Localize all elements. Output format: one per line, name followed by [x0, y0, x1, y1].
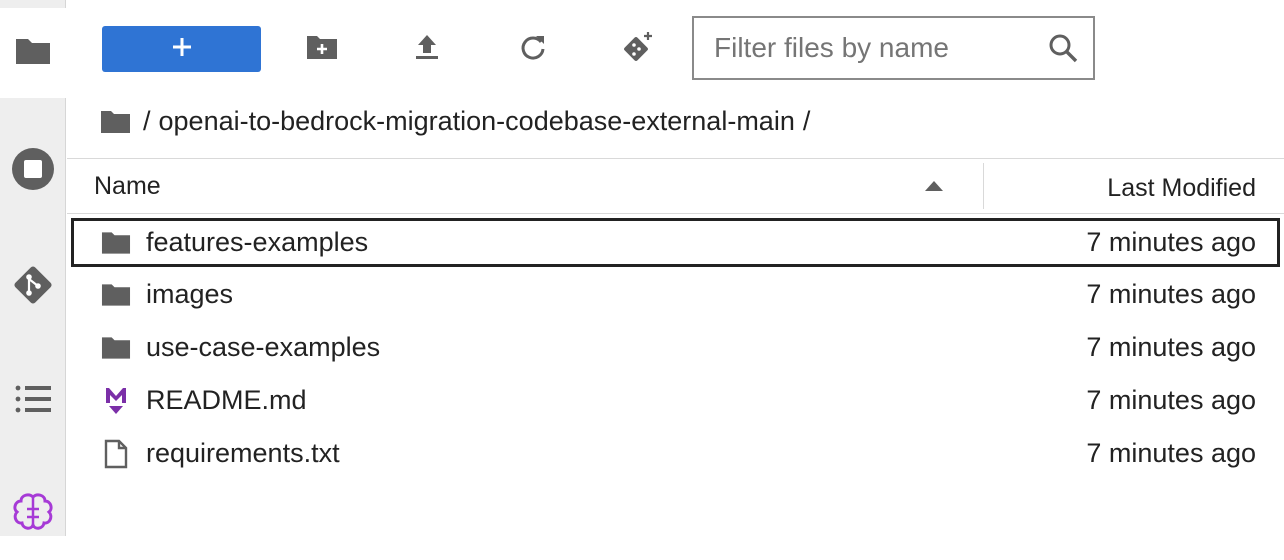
- breadcrumb: / openai-to-bedrock-migration-codebase-e…: [100, 100, 810, 142]
- git-clone-icon: [621, 30, 655, 69]
- file-icon: [101, 439, 131, 469]
- new-folder-button[interactable]: [300, 26, 344, 72]
- folder-icon: [14, 36, 52, 71]
- file-name: features-examples: [146, 227, 369, 257]
- list-item[interactable]: use-case-examples 7 minutes ago: [71, 321, 1280, 374]
- file-modified: 7 minutes ago: [1086, 385, 1256, 415]
- column-header-last-modified[interactable]: Last Modified: [1107, 174, 1256, 203]
- git-clone-button[interactable]: [616, 26, 660, 72]
- file-modified: 7 minutes ago: [1086, 332, 1256, 362]
- list-item[interactable]: images 7 minutes ago: [71, 268, 1280, 321]
- breadcrumb-separator: /: [802, 105, 811, 136]
- file-modified: 7 minutes ago: [1086, 438, 1256, 468]
- brain-icon: [9, 489, 57, 542]
- file-name: requirements.txt: [146, 438, 340, 468]
- filter-files-input[interactable]: [714, 32, 1044, 64]
- stop-circle-icon: [11, 147, 55, 196]
- refresh-icon: [519, 33, 547, 66]
- folder-icon: [101, 228, 131, 258]
- column-divider[interactable]: [983, 163, 984, 209]
- filter-files-box: [692, 16, 1095, 80]
- list-item[interactable]: README.md 7 minutes ago: [71, 374, 1280, 427]
- refresh-button[interactable]: [511, 26, 555, 72]
- file-modified: 7 minutes ago: [1086, 227, 1256, 257]
- sort-ascending-icon[interactable]: [923, 179, 945, 193]
- sidebar-file-browser-button[interactable]: [0, 8, 66, 98]
- breadcrumb-current-dir[interactable]: openai-to-bedrock-migration-codebase-ext…: [159, 106, 795, 137]
- list-item[interactable]: requirements.txt 7 minutes ago: [71, 427, 1280, 480]
- column-header-name[interactable]: Name: [94, 172, 161, 201]
- search-icon[interactable]: [1047, 32, 1079, 64]
- new-folder-icon: [306, 34, 338, 65]
- listing-header: Name Last Modified: [67, 158, 1284, 214]
- new-launcher-button[interactable]: [102, 26, 261, 72]
- activity-sidebar: [0, 0, 66, 536]
- list-item[interactable]: features-examples 7 minutes ago: [71, 218, 1280, 267]
- markdown-icon: [101, 386, 131, 416]
- file-listing: features-examples 7 minutes ago images 7…: [71, 215, 1280, 480]
- git-icon: [10, 262, 56, 313]
- folder-icon: [101, 280, 131, 310]
- file-modified: 7 minutes ago: [1086, 279, 1256, 309]
- plus-icon: [171, 36, 193, 63]
- breadcrumb-separator: /: [143, 105, 151, 136]
- file-name: images: [146, 279, 234, 309]
- folder-icon: [101, 333, 131, 363]
- sidebar-running-button[interactable]: [0, 126, 66, 216]
- sidebar-toc-button[interactable]: [0, 356, 66, 446]
- home-folder-icon[interactable]: [100, 109, 131, 134]
- file-name: use-case-examples: [146, 332, 381, 362]
- list-icon: [14, 383, 52, 420]
- sidebar-ai-button[interactable]: [0, 470, 66, 560]
- upload-button[interactable]: [405, 26, 449, 72]
- file-name: README.md: [146, 385, 307, 415]
- upload-icon: [414, 33, 440, 66]
- sidebar-git-button[interactable]: [0, 242, 66, 332]
